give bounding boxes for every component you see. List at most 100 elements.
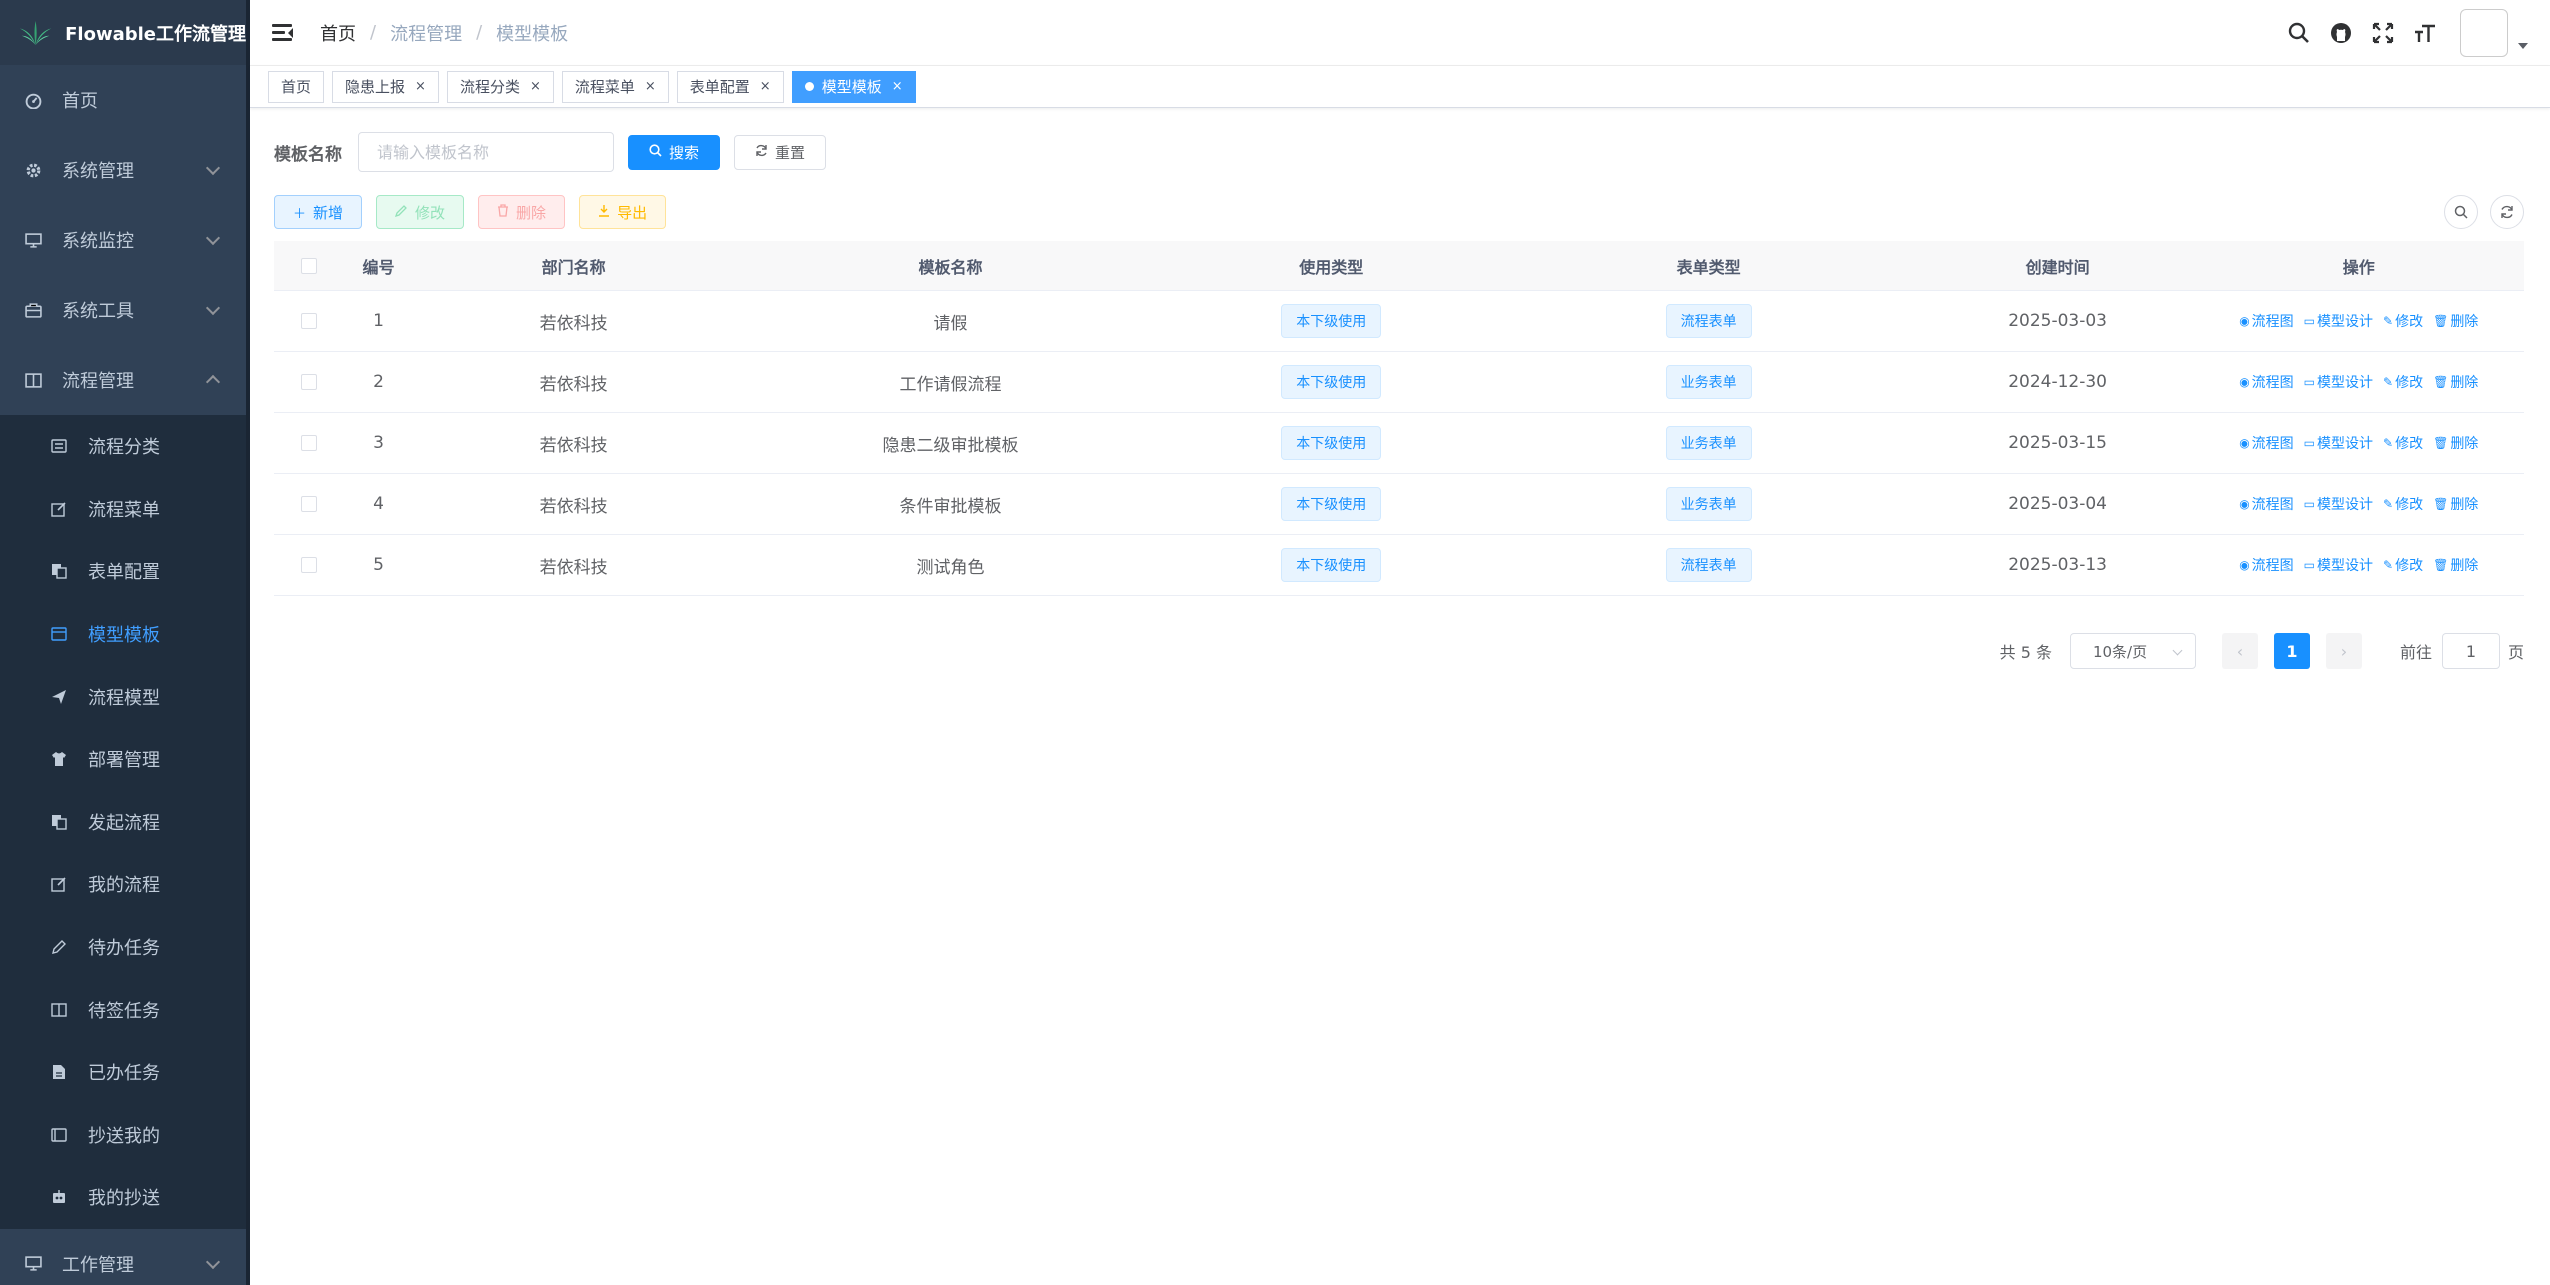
sidebar-item-todo-tasks[interactable]: 待办任务 (0, 916, 246, 979)
flowchart-link[interactable]: ◉ 流程图 (2239, 555, 2293, 575)
export-button[interactable]: 导出 (579, 195, 667, 229)
dashboard-icon (24, 91, 42, 109)
row-checkbox[interactable] (300, 374, 317, 390)
sidebar-item-claim-tasks[interactable]: 待签任务 (0, 978, 246, 1041)
avatar[interactable] (2460, 9, 2508, 57)
delete-link[interactable]: 🗑 删除 (2433, 494, 2478, 514)
use-type-badge: 本下级使用 (1281, 548, 1382, 582)
hamburger-icon[interactable] (272, 23, 294, 43)
flowchart-link[interactable]: ◉ 流程图 (2239, 433, 2293, 453)
fullscreen-icon[interactable] (2370, 20, 2396, 46)
table-row: 1 若依科技 请假 本下级使用 流程表单 2025-03-03 ◉ 流程图 ▭ 模型… (274, 291, 2524, 352)
close-icon[interactable]: × (530, 79, 541, 94)
caret-down-icon[interactable] (2518, 43, 2528, 49)
search-button[interactable]: 搜索 (628, 134, 721, 170)
model-design-link[interactable]: ▭ 模型设计 (2304, 311, 2373, 331)
github-icon[interactable] (2328, 20, 2354, 46)
close-icon[interactable]: × (892, 79, 903, 94)
sidebar-item-my-cc[interactable]: 我的抄送 (0, 1166, 246, 1229)
tag-process-category[interactable]: 流程分类 × (446, 70, 554, 103)
trash-icon: 🗑 (2433, 436, 2449, 450)
row-checkbox[interactable] (300, 435, 317, 451)
sidebar-item-deploy-management[interactable]: 部署管理 (0, 728, 246, 791)
edit-button[interactable]: 修改 (376, 195, 465, 229)
sidebar-item-form-config[interactable]: 表单配置 (0, 540, 246, 603)
menu-item-home[interactable]: 首页 (0, 65, 246, 135)
row-select-cell (274, 374, 344, 390)
tag-model-template[interactable]: 模型模板 × (791, 70, 916, 103)
edit-link[interactable]: ✎ 修改 (2383, 311, 2423, 331)
page-size-select[interactable]: 10条/页 (2069, 633, 2196, 669)
main-content: 模板名称 搜索 重置 ＋ 新增 修改 删除 导出 (250, 109, 2550, 1285)
delete-link[interactable]: 🗑 删除 (2433, 555, 2478, 575)
trash-icon: 🗑 (2433, 375, 2449, 389)
model-design-link[interactable]: ▭ 模型设计 (2304, 372, 2373, 392)
menu-item-work-management[interactable]: 工作管理 (0, 1229, 246, 1285)
search-icon[interactable] (2286, 20, 2312, 46)
flowchart-link[interactable]: ◉ 流程图 (2239, 494, 2293, 514)
prev-page-button[interactable]: ‹ (2221, 633, 2258, 669)
close-icon[interactable]: × (415, 79, 426, 94)
tag-home[interactable]: 首页 (268, 70, 325, 103)
sidebar-item-process-menu[interactable]: 流程菜单 (0, 478, 246, 541)
edit-link[interactable]: ✎ 修改 (2383, 433, 2423, 453)
row-checkbox[interactable] (300, 496, 317, 512)
reset-button[interactable]: 重置 (734, 134, 827, 170)
add-button[interactable]: ＋ 新增 (274, 195, 363, 229)
edit-link[interactable]: ✎ 修改 (2383, 555, 2423, 575)
close-icon[interactable]: × (760, 79, 771, 94)
sidebar-item-done-tasks[interactable]: 已办任务 (0, 1041, 246, 1104)
sidebar-item-model-template[interactable]: 模型模板 (0, 603, 246, 666)
toggle-search-button[interactable] (2444, 195, 2478, 229)
model-design-link[interactable]: ▭ 模型设计 (2304, 494, 2373, 514)
eye-icon: ◉ (2239, 436, 2250, 450)
flowchart-link[interactable]: ◉ 流程图 (2239, 311, 2293, 331)
menu-item-tools[interactable]: 系统工具 (0, 275, 246, 345)
sidebar-item-process-category[interactable]: 流程分类 (0, 415, 246, 478)
model-design-link[interactable]: ▭ 模型设计 (2304, 433, 2373, 453)
next-page-button[interactable]: › (2325, 633, 2362, 669)
plus-icon: ＋ (293, 206, 307, 222)
sidebar-item-label: 模型模板 (88, 625, 160, 647)
search-icon (2454, 205, 2468, 219)
column-header-use-type: 使用类型 (1299, 257, 1364, 277)
row-checkbox[interactable] (300, 313, 317, 329)
flowchart-link[interactable]: ◉ 流程图 (2239, 372, 2293, 392)
form-type-badge: 业务表单 (1665, 426, 1752, 460)
edit-link[interactable]: ✎ 修改 (2383, 372, 2423, 392)
breadcrumb-home[interactable]: 首页 (320, 20, 356, 46)
app-logo[interactable]: Flowable工作流管理 (0, 0, 246, 65)
delete-button[interactable]: 删除 (478, 195, 566, 229)
menu-item-process-management[interactable]: 流程管理 (0, 345, 246, 415)
model-design-link[interactable]: ▭ 模型设计 (2304, 555, 2373, 575)
font-size-icon[interactable] (2412, 20, 2438, 46)
row-select-cell (274, 496, 344, 512)
sidebar-item-start-process[interactable]: 发起流程 (0, 791, 246, 854)
select-all-checkbox[interactable] (300, 257, 317, 274)
sidebar-item-process-model[interactable]: 流程模型 (0, 665, 246, 728)
search-button-label: 搜索 (669, 143, 700, 162)
gear-icon (24, 161, 42, 179)
delete-link[interactable]: 🗑 删除 (2433, 311, 2478, 331)
close-icon[interactable]: × (645, 79, 656, 94)
edit-link[interactable]: ✎ 修改 (2383, 494, 2423, 514)
design-icon: ▭ (2303, 314, 2316, 328)
eye-icon: ◉ (2239, 558, 2250, 572)
row-checkbox[interactable] (300, 557, 317, 573)
menu-item-label: 首页 (62, 91, 98, 112)
monitor-icon (24, 1255, 42, 1273)
delete-link[interactable]: 🗑 删除 (2433, 433, 2478, 453)
tag-process-menu[interactable]: 流程菜单 × (561, 70, 669, 103)
menu-item-system[interactable]: 系统管理 (0, 135, 246, 205)
sidebar-item-cc-me[interactable]: 抄送我的 (0, 1104, 246, 1167)
sidebar-item-my-process[interactable]: 我的流程 (0, 853, 246, 916)
template-name-input[interactable] (358, 132, 614, 172)
tag-hazard-report[interactable]: 隐患上报 × (332, 70, 439, 103)
goto-page-input[interactable]: 1 (2441, 633, 2500, 669)
page-number-button[interactable]: 1 (2273, 633, 2310, 669)
trash-icon (497, 203, 509, 221)
refresh-table-button[interactable] (2490, 195, 2524, 229)
tag-form-config[interactable]: 表单配置 × (676, 70, 784, 103)
menu-item-monitor[interactable]: 系统监控 (0, 205, 246, 275)
delete-link[interactable]: 🗑 删除 (2433, 372, 2478, 392)
